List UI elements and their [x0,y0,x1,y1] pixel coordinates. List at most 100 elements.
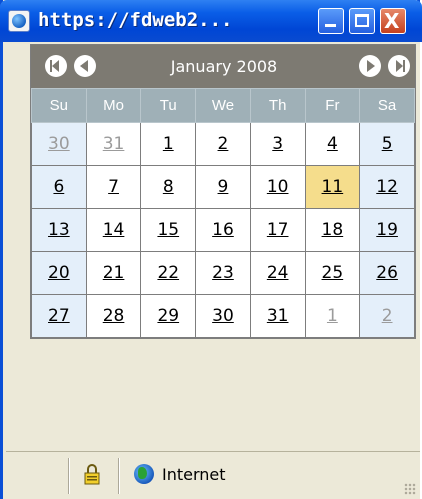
weekday-header: Su [31,88,87,123]
calendar-day-link[interactable]: 11 [322,177,344,197]
calendar-day-link[interactable]: 31 [267,306,289,326]
prev-month-button[interactable] [74,55,96,77]
calendar-day-cell[interactable]: 20 [31,251,87,295]
calendar-day-link[interactable]: 27 [48,306,70,326]
calendar-day-link[interactable]: 5 [382,134,393,154]
close-button[interactable]: X [380,8,406,34]
calendar-day-link[interactable]: 25 [322,263,344,283]
calendar-day-cell[interactable]: 9 [195,165,251,209]
next-month-icon [367,60,375,72]
calendar-day-cell[interactable]: 23 [195,251,251,295]
calendar: January 2008 Su Mo Tu We Th Fr Sa 30 31 … [30,44,416,339]
calendar-day-cell[interactable]: 10 [249,165,306,209]
calendar-day-link[interactable]: 9 [218,177,229,197]
maximize-button[interactable] [349,8,375,34]
calendar-day-link[interactable]: 16 [212,220,234,240]
calendar-day-cell[interactable]: 31 [249,294,306,338]
calendar-week-row: 30 31 1 2 3 4 5 [31,122,415,166]
next-year-button[interactable] [388,55,410,77]
calendar-day-link[interactable]: 10 [267,177,289,197]
weekday-header: Mo [85,88,142,123]
weekday-header: Th [249,88,306,123]
calendar-day-cell[interactable]: 14 [85,208,142,252]
calendar-day-link[interactable]: 3 [272,134,283,154]
calendar-day-link[interactable]: 2 [218,134,229,154]
calendar-day-cell[interactable]: 5 [359,122,415,166]
calendar-day-cell[interactable]: 26 [359,251,415,295]
calendar-day-link[interactable]: 23 [212,263,234,283]
calendar-week-row: 27 28 29 30 31 1 2 [31,294,415,338]
calendar-day-link[interactable]: 14 [103,220,125,240]
weekday-header: We [195,88,251,123]
calendar-day-link[interactable]: 31 [103,134,125,154]
lock-icon[interactable] [84,463,100,485]
next-month-button[interactable] [359,55,381,77]
close-icon: X [384,9,400,33]
calendar-day-cell[interactable]: 17 [249,208,306,252]
calendar-day-link[interactable]: 30 [48,134,70,154]
maximize-icon [355,14,369,27]
calendar-day-cell[interactable]: 13 [31,208,87,252]
calendar-day-link[interactable]: 1 [327,306,338,326]
calendar-day-cell[interactable]: 1 [140,122,197,166]
resize-grip[interactable] [404,483,416,495]
calendar-day-cell[interactable]: 25 [304,251,361,295]
calendar-day-cell[interactable]: 3 [249,122,306,166]
calendar-day-cell[interactable]: 7 [85,165,142,209]
calendar-day-cell[interactable]: 29 [140,294,197,338]
calendar-day-link[interactable]: 21 [103,263,125,283]
calendar-day-link[interactable]: 30 [212,306,234,326]
calendar-day-cell[interactable]: 12 [359,165,415,209]
calendar-day-cell[interactable]: 24 [249,251,306,295]
prev-year-icon [50,60,59,72]
calendar-day-cell[interactable]: 30 [31,122,87,166]
calendar-day-cell[interactable]: 4 [304,122,361,166]
calendar-day-link[interactable]: 20 [48,263,70,283]
calendar-day-cell[interactable]: 31 [85,122,142,166]
calendar-day-link[interactable]: 4 [327,134,338,154]
calendar-day-link[interactable]: 28 [103,306,125,326]
calendar-week-row: 13 14 15 16 17 18 19 [31,208,415,252]
calendar-day-link[interactable]: 8 [163,177,174,197]
month-title: January 2008 [170,57,278,76]
calendar-day-link[interactable]: 22 [157,263,179,283]
window-title: https://fdweb2... [38,9,233,31]
calendar-day-link[interactable]: 7 [108,177,119,197]
calendar-day-cell[interactable]: 30 [195,294,251,338]
calendar-day-link[interactable]: 18 [322,220,344,240]
calendar-day-cell[interactable]: 27 [31,294,87,338]
calendar-day-link[interactable]: 19 [376,220,398,240]
calendar-day-cell[interactable]: 18 [304,208,361,252]
prev-year-button[interactable] [45,55,67,77]
calendar-day-link[interactable]: 6 [53,177,64,197]
calendar-day-cell[interactable]: 19 [359,208,415,252]
calendar-day-link[interactable]: 13 [48,220,70,240]
status-separator [68,458,70,494]
calendar-day-link[interactable]: 26 [376,263,398,283]
title-bar[interactable]: https://fdweb2... X [0,0,422,42]
minimize-icon [325,24,336,27]
calendar-header: January 2008 [31,45,415,88]
calendar-day-link[interactable]: 15 [157,220,179,240]
calendar-day-cell[interactable]: 2 [359,294,415,338]
calendar-day-link[interactable]: 1 [163,134,174,154]
calendar-day-cell[interactable]: 6 [31,165,87,209]
calendar-day-link[interactable]: 29 [157,306,179,326]
calendar-day-cell[interactable]: 1 [304,294,361,338]
calendar-day-link[interactable]: 17 [267,220,289,240]
calendar-days: 30 31 1 2 3 4 5 6 7 8 9 10 11 12 13 14 15 16 17 18 19 20 21 22 2… [31,122,415,338]
calendar-day-link[interactable]: 2 [382,306,393,326]
calendar-day-cell[interactable]: 21 [85,251,142,295]
calendar-day-cell[interactable]: 8 [140,165,197,209]
calendar-week-row: 6 7 8 9 10 11 12 [31,165,415,209]
calendar-day-cell[interactable]: 15 [140,208,197,252]
calendar-day-cell[interactable]: 16 [195,208,251,252]
calendar-day-cell[interactable]: 2 [195,122,251,166]
calendar-day-cell[interactable]: 11 [304,165,361,209]
calendar-day-link[interactable]: 24 [267,263,289,283]
minimize-button[interactable] [318,8,344,34]
calendar-day-link[interactable]: 12 [376,177,398,197]
calendar-grid: Su Mo Tu We Th Fr Sa 30 31 1 2 3 4 5 6 7 8 9 10 11 12… [31,88,415,338]
calendar-day-cell[interactable]: 22 [140,251,197,295]
calendar-day-cell[interactable]: 28 [85,294,142,338]
